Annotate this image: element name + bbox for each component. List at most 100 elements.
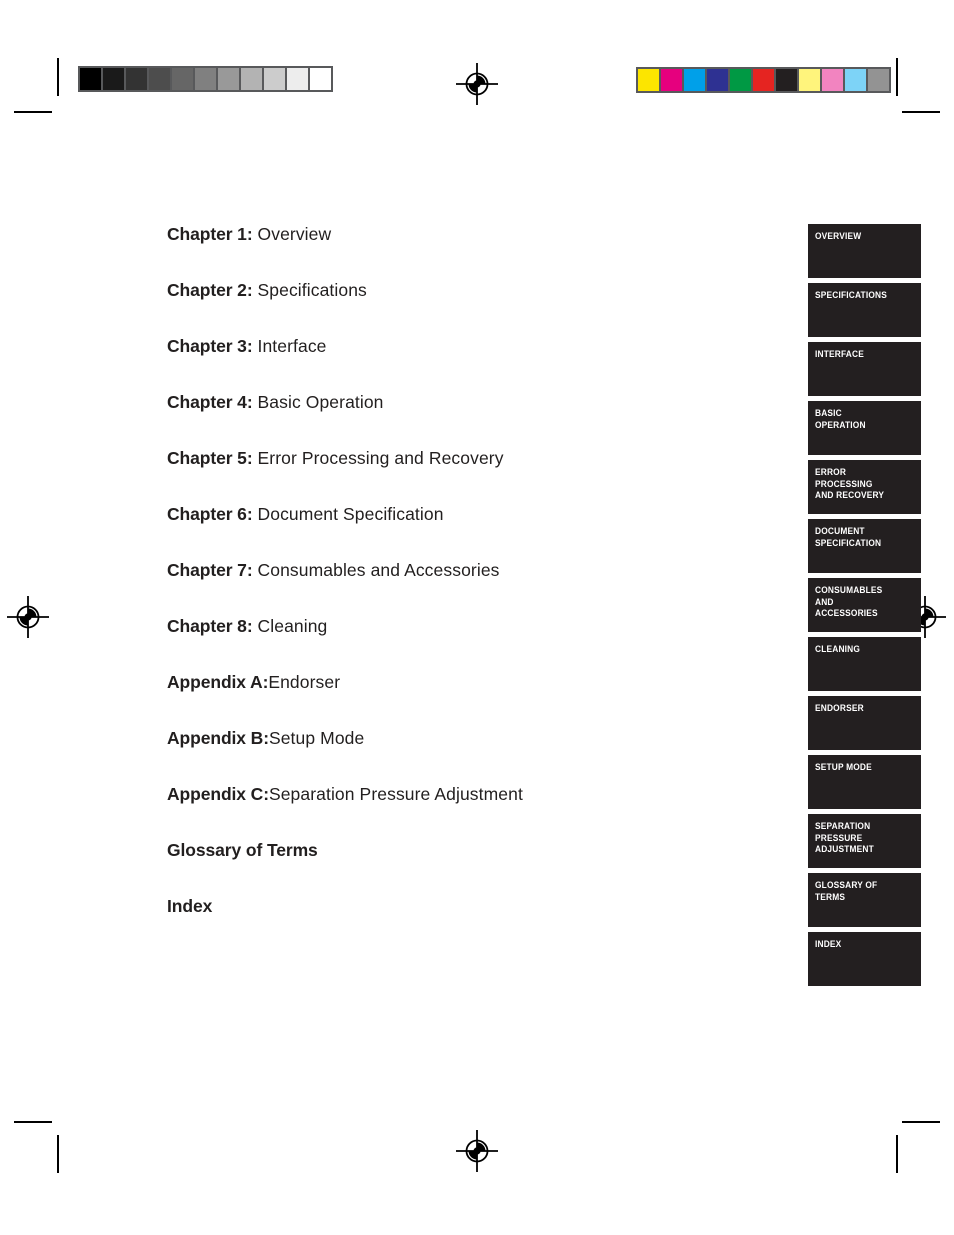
toc-entry[interactable]: Appendix B:Setup Mode [167,724,767,780]
toc-entry[interactable]: Appendix C:Separation Pressure Adjustmen… [167,780,767,836]
toc-entry-label: Chapter 1: [167,224,253,244]
thumb-index-tab-label: ENDORSER [815,703,864,714]
thumb-index-tab-label: GLOSSARY OF TERMS [815,880,878,903]
color-swatch [799,69,820,91]
toc-entry[interactable]: Chapter 4: Basic Operation [167,388,767,444]
toc-entry-label: Chapter 2: [167,280,253,300]
grayscale-swatch [172,68,193,90]
grayscale-swatch [126,68,147,90]
toc-entry[interactable]: Chapter 1: Overview [167,220,767,276]
toc-entry-label: Chapter 5: [167,448,253,468]
crop-mark-top-right-vertical [896,58,898,96]
grayscale-swatch [103,68,124,90]
grayscale-swatch [218,68,239,90]
toc-entry-title: Document Specification [252,504,444,524]
thumb-index-tab[interactable]: SETUP MODE [808,755,921,809]
color-swatch [868,69,889,91]
toc-entry-label: Index [167,896,213,916]
thumb-index-tab-column: OVERVIEW SPECIFICATIONS INTERFACE BASIC OPE… [808,224,921,991]
crop-mark-bottom-left-horizontal [14,1121,52,1123]
grayscale-swatch [195,68,216,90]
color-swatch [753,69,774,91]
thumb-index-tab[interactable]: SEPARATION PRESSURE ADJUSTMENT [808,814,921,868]
crop-mark-bottom-right-vertical [896,1135,898,1173]
grayscale-calibration-strip [78,66,333,92]
toc-entry-title: Endorser [268,672,341,692]
toc-entry-label: Chapter 3: [167,336,253,356]
grayscale-swatch [149,68,170,90]
thumb-index-tab-label: SPECIFICATIONS [815,290,887,301]
toc-entry[interactable]: Chapter 8: Cleaning [167,612,767,668]
crop-mark-top-right-horizontal [902,111,940,113]
grayscale-swatch [241,68,262,90]
toc-entry-label: Glossary of Terms [167,840,318,860]
crop-mark-top-left-vertical [57,58,59,96]
grayscale-swatch [310,68,331,90]
registration-mark-left [6,595,50,639]
toc-entry-title: Separation Pressure Adjustment [268,784,523,804]
color-swatch [822,69,843,91]
thumb-index-tab-label: CONSUMABLES AND ACCESSORIES [815,585,883,619]
color-swatch [684,69,705,91]
toc-entry-title: Basic Operation [252,392,384,412]
thumb-index-tab-label: SEPARATION PRESSURE ADJUSTMENT [815,821,874,855]
thumb-index-tab[interactable]: CLEANING [808,637,921,691]
thumb-index-tab[interactable]: ENDORSER [808,696,921,750]
toc-entry[interactable]: Index [167,892,767,948]
toc-entry-label: Appendix B: [167,728,269,748]
color-swatch [776,69,797,91]
thumb-index-tab[interactable]: CONSUMABLES AND ACCESSORIES [808,578,921,632]
grayscale-swatch [264,68,285,90]
thumb-index-tab-label: INTERFACE [815,349,864,360]
toc-entry-title: Setup Mode [268,728,365,748]
color-swatch [845,69,866,91]
toc-entry-title: Consumables and Accessories [252,560,500,580]
toc-entry[interactable]: Glossary of Terms [167,836,767,892]
toc-entry-title: Error Processing and Recovery [252,448,504,468]
thumb-index-tab[interactable]: GLOSSARY OF TERMS [808,873,921,927]
color-swatch [707,69,728,91]
thumb-index-tab[interactable]: ERROR PROCESSING AND RECOVERY [808,460,921,514]
thumb-index-tab[interactable]: INTERFACE [808,342,921,396]
toc-entry[interactable]: Appendix A:Endorser [167,668,767,724]
toc-entry-label: Chapter 8: [167,616,253,636]
toc-entry-label: Chapter 4: [167,392,253,412]
toc-entry[interactable]: Chapter 6: Document Specification [167,500,767,556]
thumb-index-tab[interactable]: SPECIFICATIONS [808,283,921,337]
toc-entry-title: Specifications [252,280,367,300]
thumb-index-tab-label: ERROR PROCESSING AND RECOVERY [815,467,885,501]
thumb-index-tab-label: BASIC OPERATION [815,408,866,431]
color-calibration-strip [636,67,891,93]
toc-entry[interactable]: Chapter 2: Specifications [167,276,767,332]
crop-mark-bottom-right-horizontal [902,1121,940,1123]
thumb-index-tab[interactable]: INDEX [808,932,921,986]
thumb-index-tab[interactable]: BASIC OPERATION [808,401,921,455]
crop-mark-bottom-left-vertical [57,1135,59,1173]
color-swatch [730,69,751,91]
grayscale-swatch [287,68,308,90]
toc-entry-label: Appendix C: [167,784,269,804]
toc-entry[interactable]: Chapter 7: Consumables and Accessories [167,556,767,612]
toc-entry-title: Cleaning [252,616,328,636]
registration-mark-bottom [455,1129,499,1173]
thumb-index-tab-label: CLEANING [815,644,861,655]
thumb-index-tab-label: DOCUMENT SPECIFICATION [815,526,882,549]
color-swatch [661,69,682,91]
crop-mark-top-left-horizontal [14,111,52,113]
toc-entry[interactable]: Chapter 3: Interface [167,332,767,388]
toc-entry-label: Appendix A: [167,672,269,692]
toc-entry[interactable]: Chapter 5: Error Processing and Recovery [167,444,767,500]
grayscale-swatch [80,68,101,90]
toc-entry-title: Interface [252,336,327,356]
registration-mark-top [455,62,499,106]
thumb-index-tab-label: SETUP MODE [815,762,872,773]
toc-entry-label: Chapter 7: [167,560,253,580]
thumb-index-tab[interactable]: OVERVIEW [808,224,921,278]
thumb-index-tab-label: OVERVIEW [815,231,862,242]
thumb-index-tab[interactable]: DOCUMENT SPECIFICATION [808,519,921,573]
thumb-index-tab-label: INDEX [815,939,842,950]
page-canvas: Chapter 1: Overview Chapter 2: Specificat… [0,0,954,1235]
color-swatch [638,69,659,91]
table-of-contents-list: Chapter 1: Overview Chapter 2: Specificat… [167,220,767,948]
toc-entry-label: Chapter 6: [167,504,253,524]
